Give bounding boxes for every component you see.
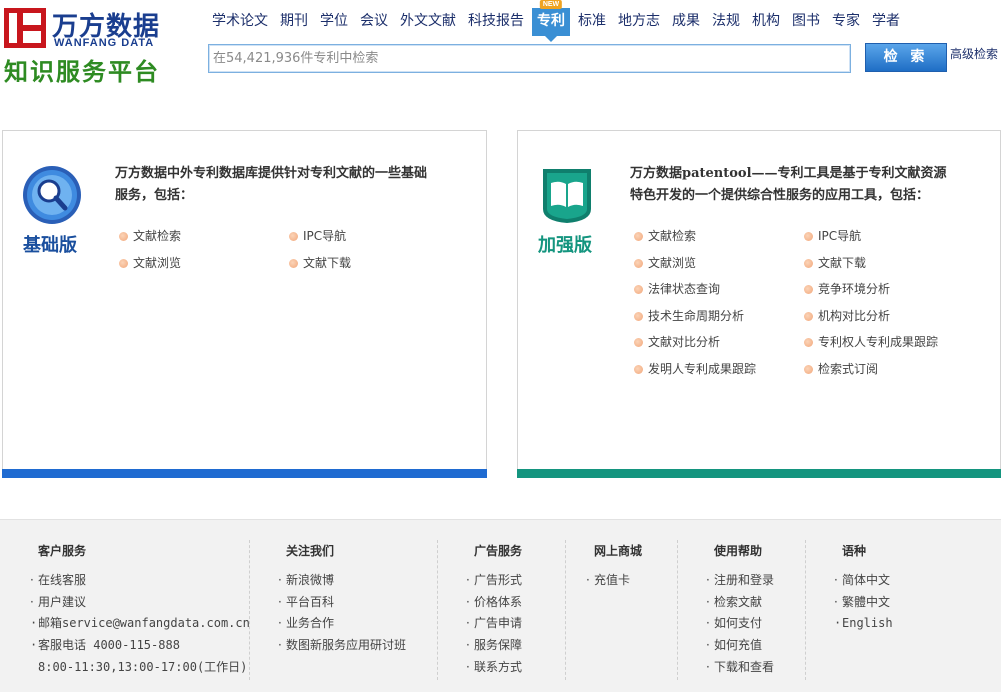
advanced-search-link[interactable]: 高级检索	[950, 45, 998, 62]
nav-item-experts[interactable]: 专家	[826, 8, 866, 36]
basic-edition-title[interactable]: 基础版	[23, 231, 77, 257]
footer-col-customer-service: 客户服务 在线客服 用户建议 邮箱service@wanfangdata.com…	[30, 540, 250, 680]
main-nav: 学术论文 期刊 学位 会议 外文文献 科技报告 NEW 专利 标准 地方志 成果…	[206, 0, 906, 42]
nav-item-foreign-literature[interactable]: 外文文献	[394, 8, 462, 36]
enhanced-edition-title[interactable]: 加强版	[538, 231, 592, 257]
footer-link-recharge[interactable]: 如何充值	[706, 635, 805, 657]
plus-feature-literature-search[interactable]: 文献检索	[632, 227, 802, 246]
plus-feature-ipc-nav[interactable]: IPC导航	[802, 227, 972, 246]
footer-col-title: 广告服务	[474, 544, 523, 558]
footer-link-ad-formats[interactable]: 广告形式	[466, 570, 565, 592]
nav-item-scholars[interactable]: 学者	[866, 8, 906, 36]
basic-edition-panel: 基础版 万方数据中外专利数据库提供针对专利文献的一些基础服务，包括： 文献检索 …	[2, 130, 487, 478]
nav-item-achievements[interactable]: 成果	[666, 8, 706, 36]
basic-feature-list: 文献检索 IPC导航 文献浏览 文献下载	[117, 227, 477, 272]
footer-col-ads: 广告服务 广告形式 价格体系 广告申请 服务保障 联系方式	[466, 540, 566, 680]
plus-feature-institution-compare[interactable]: 机构对比分析	[802, 307, 972, 326]
plus-feature-download[interactable]: 文献下载	[802, 254, 972, 273]
footer-link-guarantee[interactable]: 服务保障	[466, 635, 565, 657]
logo-subtext: WANFANG DATA	[54, 37, 155, 49]
footer-phone: 客服电话 4000-115-888	[30, 635, 249, 657]
search-button[interactable]: 检 索	[865, 43, 947, 72]
footer-link-recharge-card[interactable]: 充值卡	[586, 570, 677, 592]
book-icon[interactable]	[537, 165, 597, 225]
plus-feature-tech-lifecycle[interactable]: 技术生命周期分析	[632, 307, 802, 326]
nav-item-regulations[interactable]: 法规	[706, 8, 746, 36]
nav-item-patents-label: 专利	[537, 13, 565, 29]
nav-item-institutions[interactable]: 机构	[746, 8, 786, 36]
basic-feature-literature-search[interactable]: 文献检索	[117, 227, 287, 246]
plus-feature-patentee-tracking[interactable]: 专利权人专利成果跟踪	[802, 333, 972, 352]
basic-feature-ipc-nav[interactable]: IPC导航	[287, 227, 457, 246]
nav-item-degrees[interactable]: 学位	[314, 8, 354, 36]
new-badge: NEW	[539, 0, 563, 9]
nav-item-standards[interactable]: 标准	[572, 8, 612, 36]
footer-link-register[interactable]: 注册和登录	[706, 570, 805, 592]
footer-link-download-view[interactable]: 下载和查看	[706, 657, 805, 679]
footer-link-lang-traditional[interactable]: 繁體中文	[834, 592, 954, 614]
site-footer: 客户服务 在线客服 用户建议 邮箱service@wanfangdata.com…	[0, 519, 1001, 692]
platform-slogan: 知识服务平台	[4, 58, 160, 86]
footer-col-follow-us: 关注我们 新浪微博 平台百科 业务合作 数图新服务应用研讨班	[278, 540, 438, 680]
footer-link-seminar[interactable]: 数图新服务应用研讨班	[278, 635, 437, 657]
footer-link-online-service[interactable]: 在线客服	[30, 570, 249, 592]
wanfang-logo[interactable]: 万方数据 WANFANG DATA 知识服务平台	[4, 6, 184, 86]
basic-accent-bar	[2, 469, 487, 478]
footer-col-title: 关注我们	[286, 544, 335, 558]
footer-link-wiki[interactable]: 平台百科	[278, 592, 437, 614]
footer-link-search-help[interactable]: 检索文献	[706, 592, 805, 614]
enhanced-edition-description: 万方数据patentool——专利工具是基于专利文献资源特色开发的一个提供综合性…	[630, 166, 947, 203]
footer-col-help: 使用帮助 注册和登录 检索文献 如何支付 如何充值 下载和查看	[706, 540, 806, 680]
footer-link-ad-apply[interactable]: 广告申请	[466, 613, 565, 635]
enhanced-edition-panel: 加强版 万方数据patentool——专利工具是基于专利文献资源特色开发的一个提…	[517, 130, 1001, 478]
footer-service-hours: 8:00-11:30,13:00-17:00(工作日)	[38, 659, 248, 674]
footer-col-title: 网上商城	[594, 544, 643, 558]
plus-feature-search-subscription[interactable]: 检索式订阅	[802, 360, 972, 379]
basic-feature-download[interactable]: 文献下载	[287, 254, 457, 273]
nav-item-conferences[interactable]: 会议	[354, 8, 394, 36]
logo-mark-icon	[4, 8, 46, 48]
footer-col-title: 语种	[842, 544, 867, 558]
footer-link-pricing[interactable]: 价格体系	[466, 592, 565, 614]
footer-link-lang-simplified[interactable]: 简体中文	[834, 570, 954, 592]
nav-item-local-chronicles[interactable]: 地方志	[612, 8, 666, 36]
footer-link-suggestions[interactable]: 用户建议	[30, 592, 249, 614]
patent-search-input[interactable]	[208, 44, 851, 73]
basic-feature-browse[interactable]: 文献浏览	[117, 254, 287, 273]
basic-edition-description: 万方数据中外专利数据库提供针对专利文献的一些基础服务，包括：	[115, 166, 428, 203]
plus-feature-legal-status[interactable]: 法律状态查询	[632, 280, 802, 299]
footer-col-shop: 网上商城 充值卡	[586, 540, 678, 680]
footer-col-title: 客户服务	[38, 544, 87, 558]
nav-item-journals[interactable]: 期刊	[274, 8, 314, 36]
plus-feature-competition-analysis[interactable]: 竞争环境分析	[802, 280, 972, 299]
plus-feature-browse[interactable]: 文献浏览	[632, 254, 802, 273]
nav-item-patents[interactable]: NEW 专利	[532, 0, 570, 42]
footer-link-cooperation[interactable]: 业务合作	[278, 613, 437, 635]
nav-item-theses[interactable]: 学术论文	[206, 8, 274, 36]
nav-item-books[interactable]: 图书	[786, 8, 826, 36]
footer-link-lang-english[interactable]: English	[834, 613, 954, 635]
footer-link-contact[interactable]: 联系方式	[466, 657, 565, 679]
footer-link-payment[interactable]: 如何支付	[706, 613, 805, 635]
plus-feature-literature-compare[interactable]: 文献对比分析	[632, 333, 802, 352]
enhanced-accent-bar	[517, 469, 1001, 478]
footer-col-title: 使用帮助	[714, 544, 763, 558]
enhanced-feature-list: 文献检索 IPC导航 文献浏览 文献下载 法律状态查询 竞争环境分析 技术生命周…	[632, 227, 992, 378]
footer-email[interactable]: 邮箱service@wanfangdata.com.cn	[30, 613, 250, 635]
magnifier-icon[interactable]	[22, 165, 82, 225]
site-header: 万方数据 WANFANG DATA 知识服务平台 学术论文 期刊 学位 会议 外…	[0, 0, 1001, 90]
footer-col-language: 语种 简体中文 繁體中文 English	[834, 540, 954, 680]
plus-feature-inventor-tracking[interactable]: 发明人专利成果跟踪	[632, 360, 802, 379]
footer-link-weibo[interactable]: 新浪微博	[278, 570, 437, 592]
nav-item-tech-reports[interactable]: 科技报告	[462, 8, 530, 36]
